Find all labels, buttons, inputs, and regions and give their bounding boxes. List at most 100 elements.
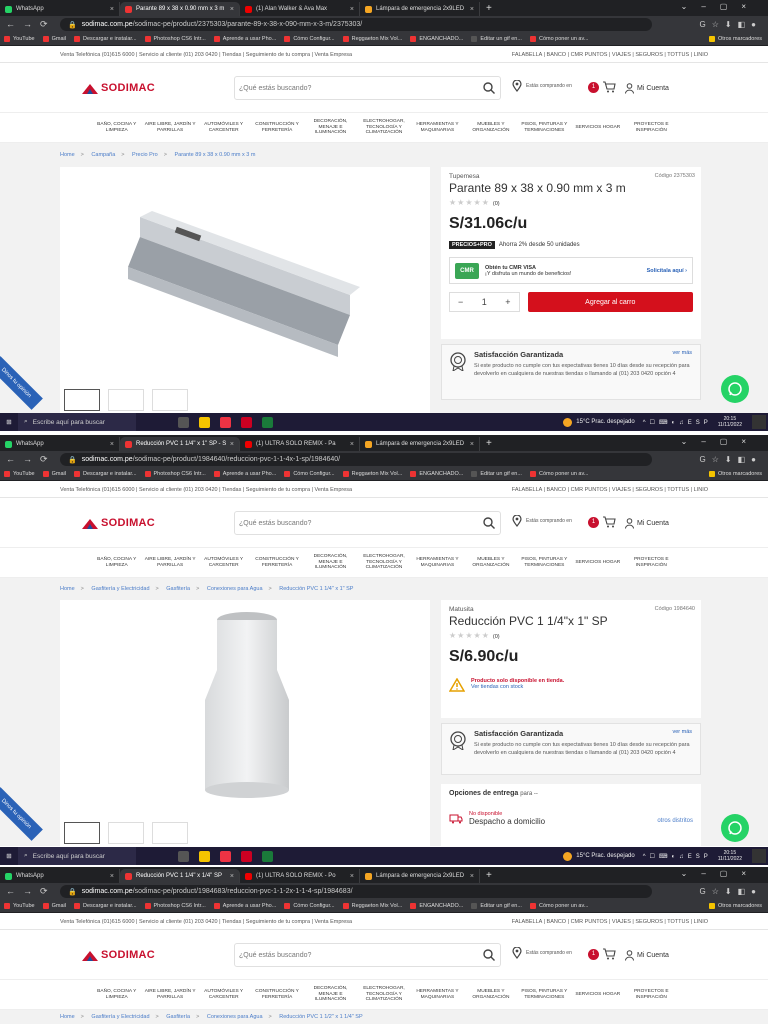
category-item[interactable]: ELECTROHOGAR, TECNOLOGÍA Y CLIMATIZACIÓN [357,554,410,571]
system-tray[interactable]: ^☐⌨◐♫ESP [643,419,712,426]
tab-lampara[interactable]: Lámpara de emergencia 2x9LED × [360,869,480,883]
breadcrumb-item[interactable]: Campaña [91,152,115,158]
excel-icon[interactable] [262,416,273,428]
category-item[interactable]: AIRE LIBRE, JARDÍN Y PARRILLAS [143,122,196,133]
rating-stars[interactable]: ★★★★★ (0) [449,198,693,207]
nav-buttons[interactable]: ←→⟳ [6,886,60,897]
rating-stars[interactable]: ★★★★★ (0) [449,631,693,640]
category-item[interactable]: AUTOMÓVILES Y CARCENTER [197,122,250,133]
breadcrumb-item[interactable]: Precio Pro [132,152,158,158]
weather-widget[interactable]: 15°C Prac. despejado [563,851,635,861]
bookmark-item[interactable]: Photoshop CS6 Intr... [144,903,206,909]
category-item[interactable]: BAÑO, COCINA Y LIMPIEZA [90,122,143,133]
other-bookmarks[interactable]: Otros marcadores [708,36,762,42]
utility-links-right[interactable]: FALABELLA | BANCO | CMR PUNTOS | VIAJES … [512,919,708,925]
cmr-banner[interactable]: CMR Obtén tu CMR VISA ¡Y disfruta un mundo… [449,257,693,284]
windows-start-icon[interactable]: ⊞ [0,413,18,431]
new-tab-button[interactable]: + [480,2,498,16]
bookmark-item[interactable]: Descargar e instalar... [74,903,137,909]
stores-with-stock-link[interactable]: Ver tiendas con stock [471,684,564,690]
window-controls[interactable]: ⌄–▢× [681,437,760,446]
minus-button[interactable]: − [458,297,463,307]
close-icon[interactable]: × [110,873,114,880]
window-controls[interactable]: ⌄–▢× [681,2,760,11]
category-item[interactable]: ELECTROHOGAR, TECNOLOGÍA Y CLIMATIZACIÓN [357,119,410,136]
close-icon[interactable]: × [350,441,354,448]
taskbar-search[interactable]: ⌕ Escribe aquí para buscar [18,413,136,431]
thumbnail[interactable] [108,822,144,844]
breadcrumb-item[interactable]: Gasfitería y Electricidad [91,586,149,592]
breadcrumb-item[interactable]: Gasfitería [166,1014,190,1020]
account-button[interactable]: Mi Cuenta [625,950,669,961]
quantity-value[interactable]: 1 [482,297,487,307]
search-icon[interactable] [482,81,496,95]
tab-whatsapp[interactable]: WhatsApp × [0,2,120,16]
category-item[interactable]: PROYECTOS E INSPIRACIÓN [625,122,678,133]
notification-icon[interactable] [752,415,766,429]
cart-button[interactable]: 1 [588,81,616,93]
task-view-icon[interactable] [178,416,189,428]
extensions[interactable]: G☆⬇◧● [652,20,762,29]
breadcrumb-item[interactable]: Gasfitería y Electricidad [91,1014,149,1020]
bookmark-item[interactable]: Gmail [42,471,66,477]
tab-lampara[interactable]: Lámpara de emergencia 2x9LED × [360,2,480,16]
category-item[interactable]: BAÑO, COCINA Y LIMPIEZA [90,557,143,568]
bookmark-item[interactable]: Descargar e instalar... [74,36,137,42]
search-input[interactable]: ¿Qué estás buscando? [234,511,501,535]
category-item[interactable]: DECORACIÓN, MENAJE E ILUMINACIÓN [304,554,357,571]
chrome-icon[interactable] [220,850,231,862]
bookmark-item[interactable]: Cómo poner un av... [529,903,588,909]
taskbar-search[interactable]: ⌕ Escribe aquí para buscar [18,847,136,865]
bookmark-item[interactable]: Editar un gif en... [471,471,522,477]
breadcrumb-item[interactable]: Home [60,152,75,158]
breadcrumb-item[interactable]: Gasfitería [166,586,190,592]
bookmark-item[interactable]: Cómo Configur... [284,903,335,909]
weather-widget[interactable]: 15°C Prac. despejado [563,417,635,427]
breadcrumb-item[interactable]: Reducción PVC 1 1/4" x 1" SP [279,586,353,592]
opera-icon[interactable] [241,416,252,428]
bookmark-item[interactable]: YouTube [4,36,35,42]
url-field[interactable]: 🔒 sodimac.com.pe/sodimac-pe/product/19846… [60,885,652,898]
close-icon[interactable]: × [470,873,474,880]
bookmark-item[interactable]: Editar un gif en... [471,903,522,909]
other-districts-link[interactable]: otros distritos [657,818,693,824]
clock[interactable]: 20:15 11/11/2022 [718,416,742,428]
utility-links-left[interactable]: Venta Telefónica (01)615 6000 | Servicio… [60,487,352,493]
tab-product[interactable]: Reducción PVC 1 1/4" x 1/4" SP × [120,869,240,883]
utility-links-left[interactable]: Venta Telefónica (01)615 6000 | Servicio… [60,919,352,925]
bookmark-item[interactable]: ENGANCHADO... [410,36,463,42]
bookmark-item[interactable]: Gmail [42,903,66,909]
thumbnail[interactable] [108,389,144,411]
close-icon[interactable]: × [350,873,354,880]
category-item[interactable]: CONSTRUCCIÓN Y FERRETERÍA [250,122,303,133]
nav-buttons[interactable]: ←→⟳ [6,454,60,465]
extensions[interactable]: G☆⬇◧● [652,887,762,896]
search-icon[interactable] [482,948,496,962]
category-item[interactable]: CONSTRUCCIÓN Y FERRETERÍA [250,989,303,1000]
category-item[interactable]: BAÑO, COCINA Y LIMPIEZA [90,989,143,1000]
system-tray[interactable]: ^☐⌨◐♫ESP [643,853,712,860]
feedback-ribbon[interactable]: Dinos tu opinión [0,787,43,841]
close-icon[interactable]: × [110,6,114,13]
bookmark-item[interactable]: Gmail [42,36,66,42]
category-item[interactable]: SERVICIOS HOGAR [571,125,624,131]
extensions[interactable]: G☆⬇◧● [652,455,762,464]
close-icon[interactable]: × [230,6,234,13]
thumbnail[interactable] [64,822,100,844]
sodimac-logo[interactable]: SODIMAC [82,82,155,94]
breadcrumb-item[interactable]: Home [60,1014,75,1020]
see-more-link[interactable]: ver más [672,729,692,736]
sodimac-logo[interactable]: SODIMAC [82,949,155,961]
category-item[interactable]: PISOS, PINTURAS Y TERMINACIONES [518,557,571,568]
category-item[interactable]: PISOS, PINTURAS Y TERMINACIONES [518,989,571,1000]
category-item[interactable]: AUTOMÓVILES Y CARCENTER [197,557,250,568]
task-view-icon[interactable] [178,850,189,862]
tab-whatsapp[interactable]: WhatsApp × [0,869,120,883]
utility-links-right[interactable]: FALABELLA | BANCO | CMR PUNTOS | VIAJES … [512,52,708,58]
breadcrumb-item[interactable]: Reducción PVC 1 1/2" x 1 1/4" SP [279,1014,362,1020]
bookmark-item[interactable]: Cómo poner un av... [529,471,588,477]
new-tab-button[interactable]: + [480,437,498,451]
location-selector[interactable]: Estás comprando en [512,947,572,959]
product-image-pvc-reducer[interactable] [60,600,430,820]
bookmark-item[interactable]: YouTube [4,471,35,477]
